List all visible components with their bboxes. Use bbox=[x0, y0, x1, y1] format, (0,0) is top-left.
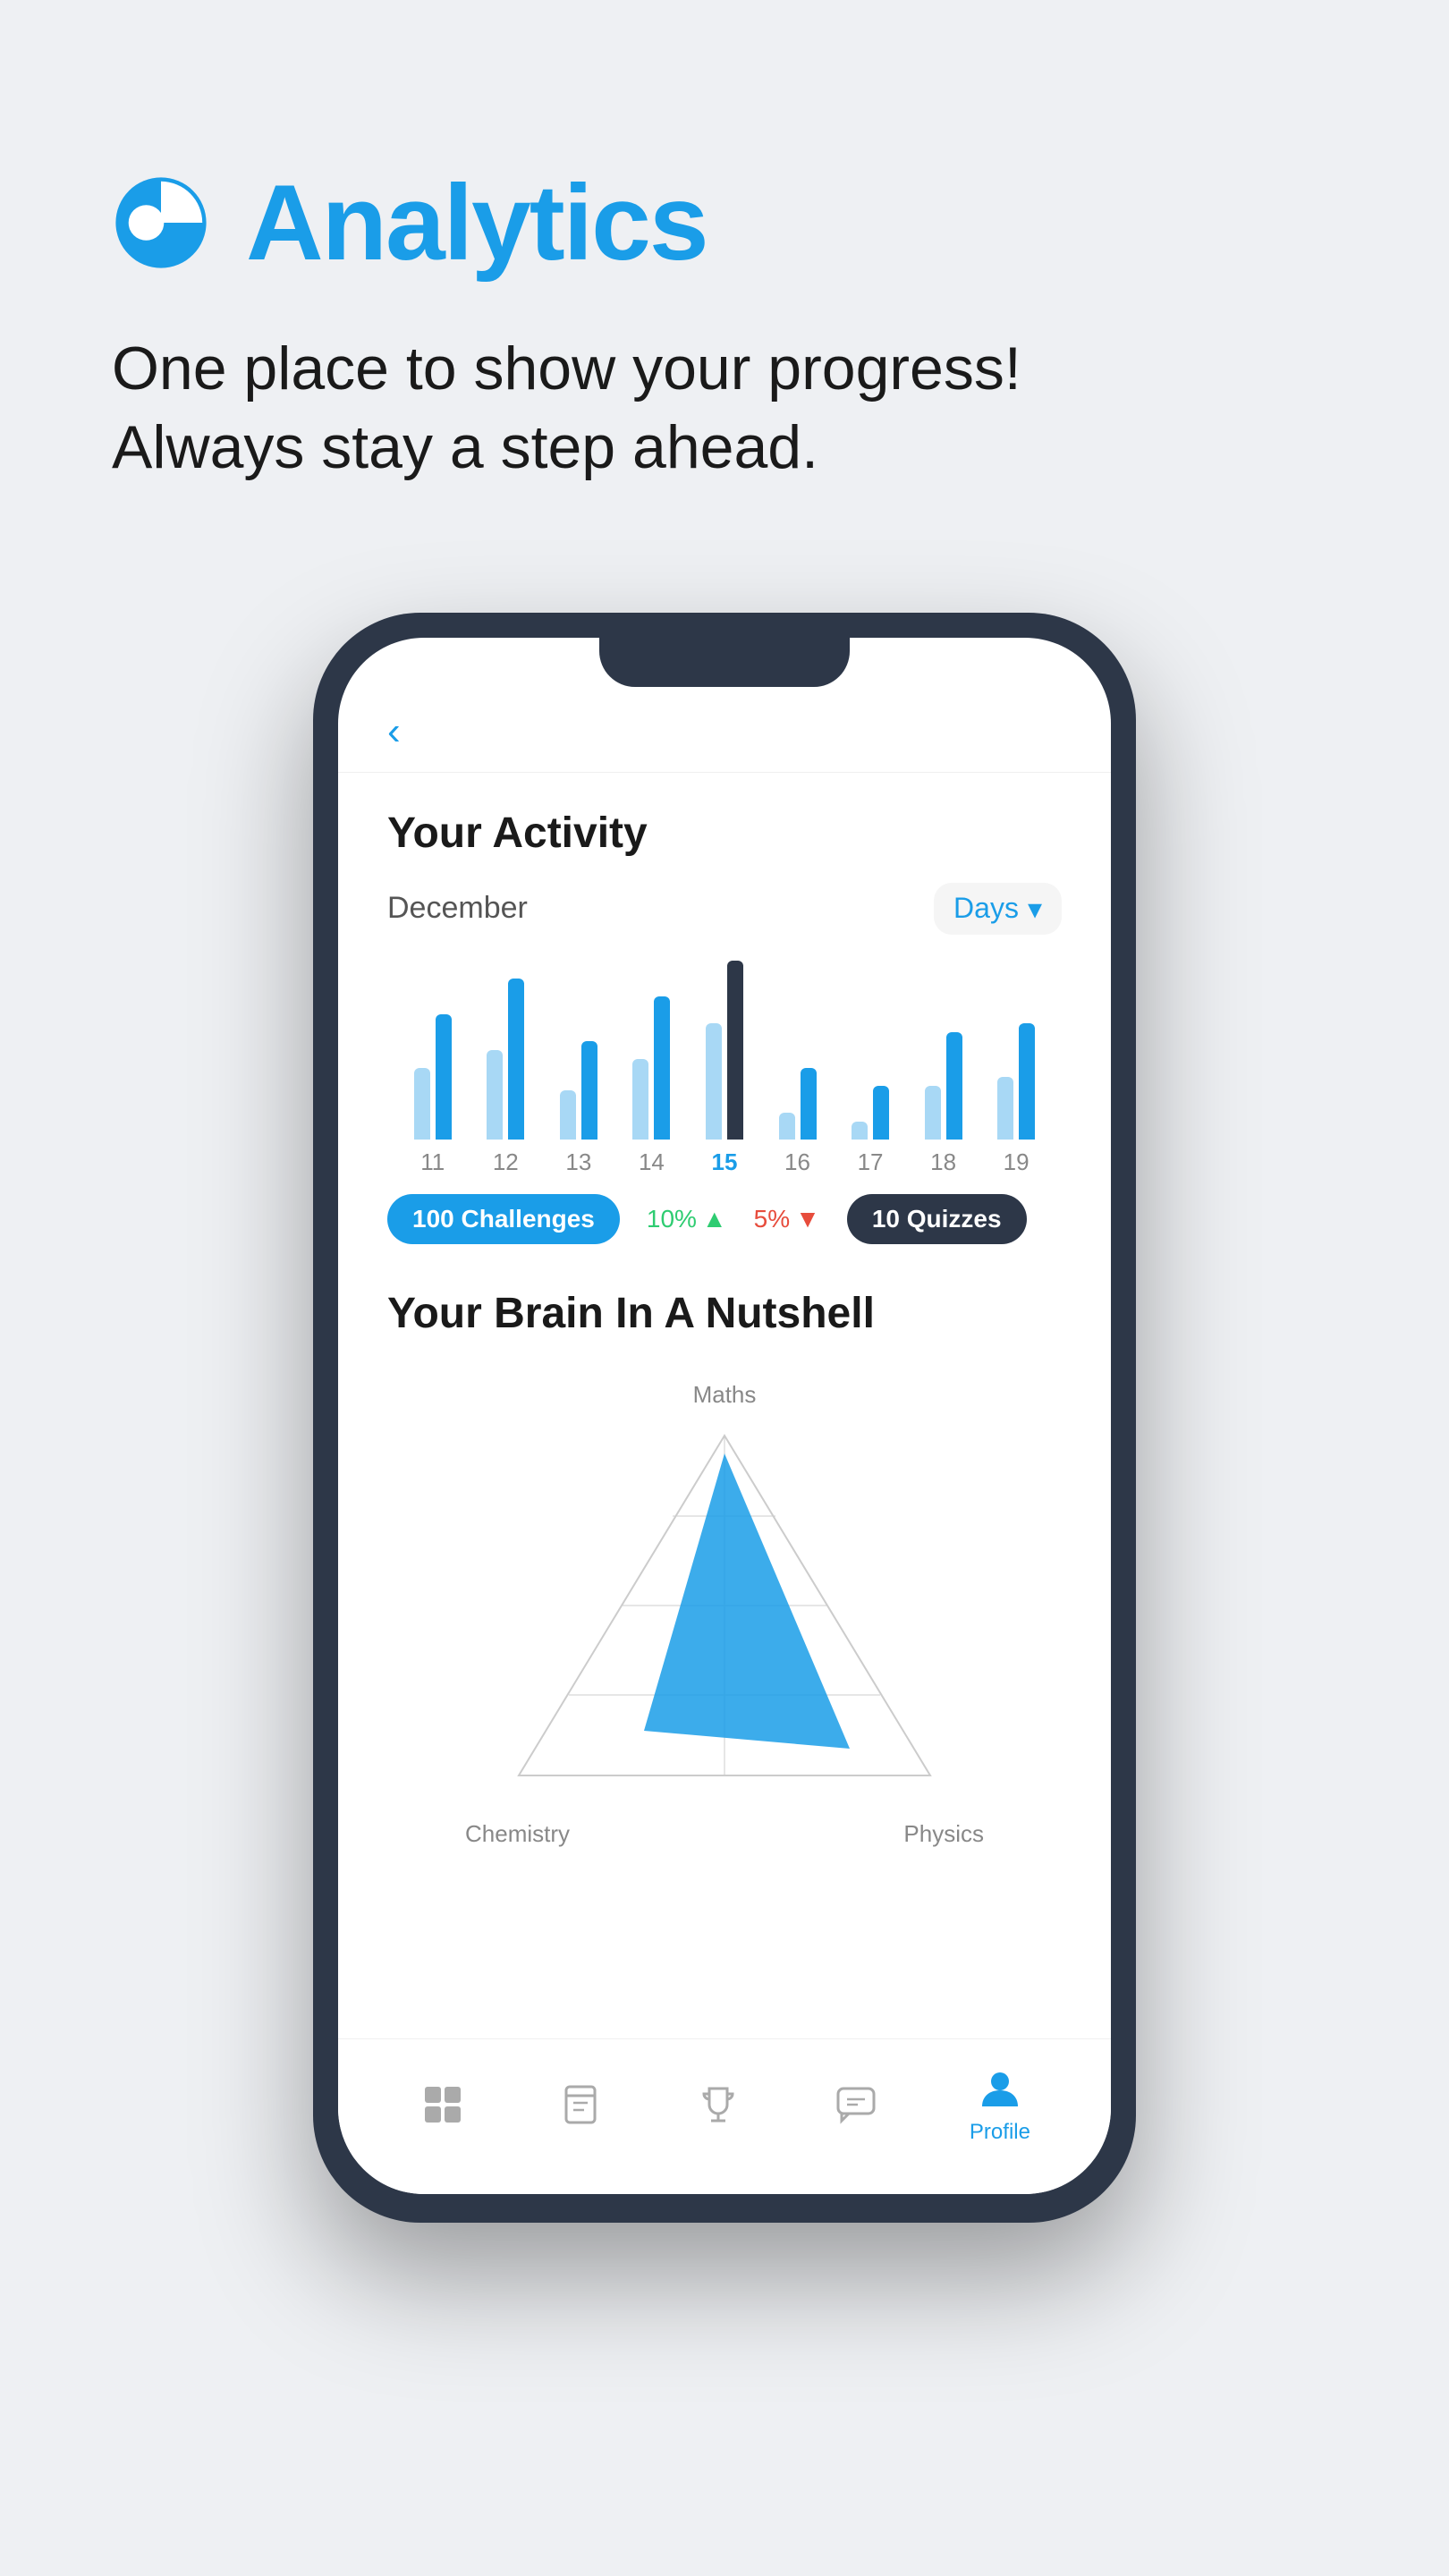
month-label: December bbox=[387, 891, 528, 926]
challenges-badge: 100 Challenges bbox=[387, 1194, 620, 1244]
nav-label-profile: Profile bbox=[970, 2120, 1030, 2145]
bar-group-17: 17 bbox=[843, 1086, 897, 1176]
bar-group-19: 19 bbox=[989, 1023, 1043, 1176]
phone-mockup: ‹ Your Activity December Days ▾ bbox=[313, 613, 1136, 2223]
chart-label-bottom-right: Physics bbox=[903, 1820, 984, 1848]
stat-change-up: 10% ▲ bbox=[647, 1205, 727, 1233]
bar-label-18: 18 bbox=[930, 1148, 956, 1176]
brain-section: Your Brain In A Nutshell Maths bbox=[387, 1289, 1062, 1866]
bar-label-19: 19 bbox=[1004, 1148, 1030, 1176]
phone-wrapper: ‹ Your Activity December Days ▾ bbox=[0, 541, 1449, 2223]
header-subtitle: One place to show your progress! Always … bbox=[112, 329, 1337, 487]
bar-light-16 bbox=[779, 1113, 795, 1140]
bar-dark-13 bbox=[581, 1041, 597, 1140]
days-dropdown[interactable]: Days ▾ bbox=[934, 883, 1062, 935]
back-chevron-icon: ‹ bbox=[387, 709, 401, 754]
bar-dark-15 bbox=[727, 961, 743, 1140]
bar-light-13 bbox=[560, 1090, 576, 1140]
bar-light-19 bbox=[997, 1077, 1013, 1140]
trophy-icon bbox=[694, 2080, 742, 2129]
bar-light-17 bbox=[852, 1122, 868, 1140]
screen-content: Your Activity December Days ▾ bbox=[338, 773, 1111, 2038]
triangle-bottom-labels: Chemistry Physics bbox=[465, 1820, 984, 1848]
period-label: Days bbox=[953, 892, 1019, 925]
bar-label-15: 15 bbox=[711, 1148, 737, 1176]
grid-icon bbox=[419, 2080, 467, 2129]
bar-label-14: 14 bbox=[639, 1148, 665, 1176]
chart-label-bottom-left: Chemistry bbox=[465, 1820, 570, 1848]
stats-row: 100 Challenges 10% ▲ 5% ▼ 10 Quizzes bbox=[387, 1194, 1062, 1244]
chart-label-top: Maths bbox=[693, 1381, 757, 1409]
profile-icon bbox=[976, 2064, 1024, 2113]
bar-dark-14 bbox=[654, 996, 670, 1140]
bar-light-15 bbox=[706, 1023, 722, 1140]
bar-group-18: 18 bbox=[917, 1032, 970, 1176]
activity-title: Your Activity bbox=[387, 809, 1062, 858]
arrow-down-icon: ▼ bbox=[795, 1205, 820, 1233]
analytics-pie-icon bbox=[112, 174, 210, 272]
chat-icon bbox=[832, 2080, 880, 2129]
bar-light-18 bbox=[925, 1086, 941, 1140]
book-icon bbox=[556, 2080, 605, 2129]
stat-change-down: 5% ▼ bbox=[754, 1205, 820, 1233]
triangle-chart: Maths bbox=[387, 1363, 1062, 1866]
bar-dark-19 bbox=[1019, 1023, 1035, 1140]
bar-dark-16 bbox=[801, 1068, 817, 1140]
phone-notch bbox=[599, 638, 850, 687]
bar-dark-11 bbox=[436, 1014, 452, 1140]
header-section: Analytics One place to show your progres… bbox=[0, 0, 1449, 541]
bar-group-11: 11 bbox=[406, 1014, 460, 1176]
bar-group-16: 16 bbox=[771, 1068, 825, 1176]
bar-dark-12 bbox=[508, 979, 524, 1140]
bar-label-16: 16 bbox=[784, 1148, 810, 1176]
bottom-nav: Profile bbox=[338, 2038, 1111, 2194]
quizzes-badge: 10 Quizzes bbox=[847, 1194, 1027, 1244]
dropdown-chevron-icon: ▾ bbox=[1028, 892, 1042, 926]
activity-section: Your Activity December Days ▾ bbox=[387, 809, 1062, 1244]
page-title: Analytics bbox=[246, 161, 708, 284]
bar-label-13: 13 bbox=[565, 1148, 591, 1176]
bar-label-11: 11 bbox=[420, 1148, 445, 1176]
nav-item-book[interactable] bbox=[556, 2080, 605, 2129]
bar-label-17: 17 bbox=[858, 1148, 884, 1176]
bar-dark-18 bbox=[946, 1032, 962, 1140]
bar-label-12: 12 bbox=[493, 1148, 519, 1176]
bar-group-15: 15 bbox=[698, 961, 751, 1176]
bar-dark-17 bbox=[873, 1086, 889, 1140]
bar-light-11 bbox=[414, 1068, 430, 1140]
phone-screen: ‹ Your Activity December Days ▾ bbox=[338, 638, 1111, 2194]
bar-group-12: 12 bbox=[479, 979, 532, 1176]
arrow-up-icon: ▲ bbox=[702, 1205, 727, 1233]
nav-item-profile[interactable]: Profile bbox=[970, 2064, 1030, 2145]
bar-light-14 bbox=[632, 1059, 648, 1140]
nav-item-home[interactable] bbox=[419, 2080, 467, 2129]
bar-chart: 11 12 bbox=[387, 962, 1062, 1176]
title-row: Analytics bbox=[112, 161, 1337, 284]
bar-group-13: 13 bbox=[552, 1041, 606, 1176]
bar-group-14: 14 bbox=[624, 996, 678, 1176]
activity-header: December Days ▾ bbox=[387, 883, 1062, 935]
back-button[interactable]: ‹ bbox=[387, 709, 1062, 754]
brain-title: Your Brain In A Nutshell bbox=[387, 1289, 1062, 1338]
nav-item-trophy[interactable] bbox=[694, 2080, 742, 2129]
triangle-svg-wrapper bbox=[465, 1418, 984, 1811]
nav-item-chat[interactable] bbox=[832, 2080, 880, 2129]
bar-light-12 bbox=[487, 1050, 503, 1140]
